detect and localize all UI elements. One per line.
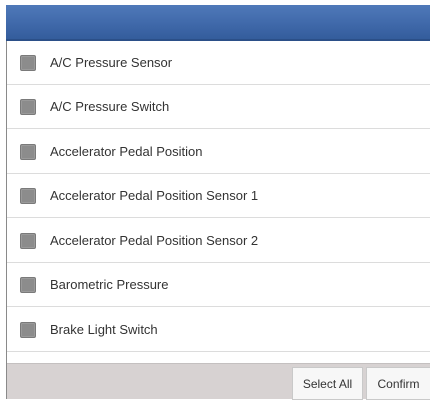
list-item-label: A/C Pressure Sensor bbox=[50, 55, 173, 70]
title-bar bbox=[6, 5, 430, 41]
list-item-label: A/C Pressure Switch bbox=[50, 99, 170, 114]
confirm-button[interactable]: Confirm bbox=[366, 367, 430, 400]
list-item-accelerator-pedal-position-sensor-1[interactable]: Accelerator Pedal Position Sensor 1 bbox=[7, 174, 430, 218]
checkbox[interactable] bbox=[20, 276, 36, 293]
checkbox[interactable] bbox=[20, 143, 36, 160]
list-item-ac-pressure-sensor[interactable]: A/C Pressure Sensor bbox=[7, 41, 430, 85]
list-item-label: Accelerator Pedal Position Sensor 1 bbox=[50, 188, 259, 203]
list-item-barometric-pressure[interactable]: Barometric Pressure bbox=[7, 263, 430, 307]
checkbox[interactable] bbox=[20, 187, 36, 204]
select-all-button[interactable]: Select All bbox=[292, 367, 363, 400]
sensor-selection-screen: A/C Pressure Sensor A/C Pressure Switch … bbox=[0, 0, 430, 400]
list-item-brake-light-switch[interactable]: Brake Light Switch bbox=[7, 308, 430, 352]
checkbox[interactable] bbox=[20, 54, 36, 71]
list-item-label: Accelerator Pedal Position Sensor 2 bbox=[50, 233, 259, 248]
list-item-accelerator-pedal-position-sensor-2[interactable]: Accelerator Pedal Position Sensor 2 bbox=[7, 219, 430, 263]
list-item-label: Brake Light Switch bbox=[50, 322, 158, 337]
checkbox[interactable] bbox=[20, 98, 36, 115]
list-item-label: Accelerator Pedal Position bbox=[50, 144, 203, 159]
list-item-label: Barometric Pressure bbox=[50, 277, 169, 292]
sensor-list: A/C Pressure Sensor A/C Pressure Switch … bbox=[7, 41, 430, 363]
action-bar: Select All Confirm bbox=[7, 363, 430, 400]
list-item-accelerator-pedal-position[interactable]: Accelerator Pedal Position bbox=[7, 130, 430, 174]
checkbox[interactable] bbox=[20, 232, 36, 249]
list-item-ac-pressure-switch[interactable]: A/C Pressure Switch bbox=[7, 85, 430, 129]
checkbox[interactable] bbox=[20, 321, 36, 338]
